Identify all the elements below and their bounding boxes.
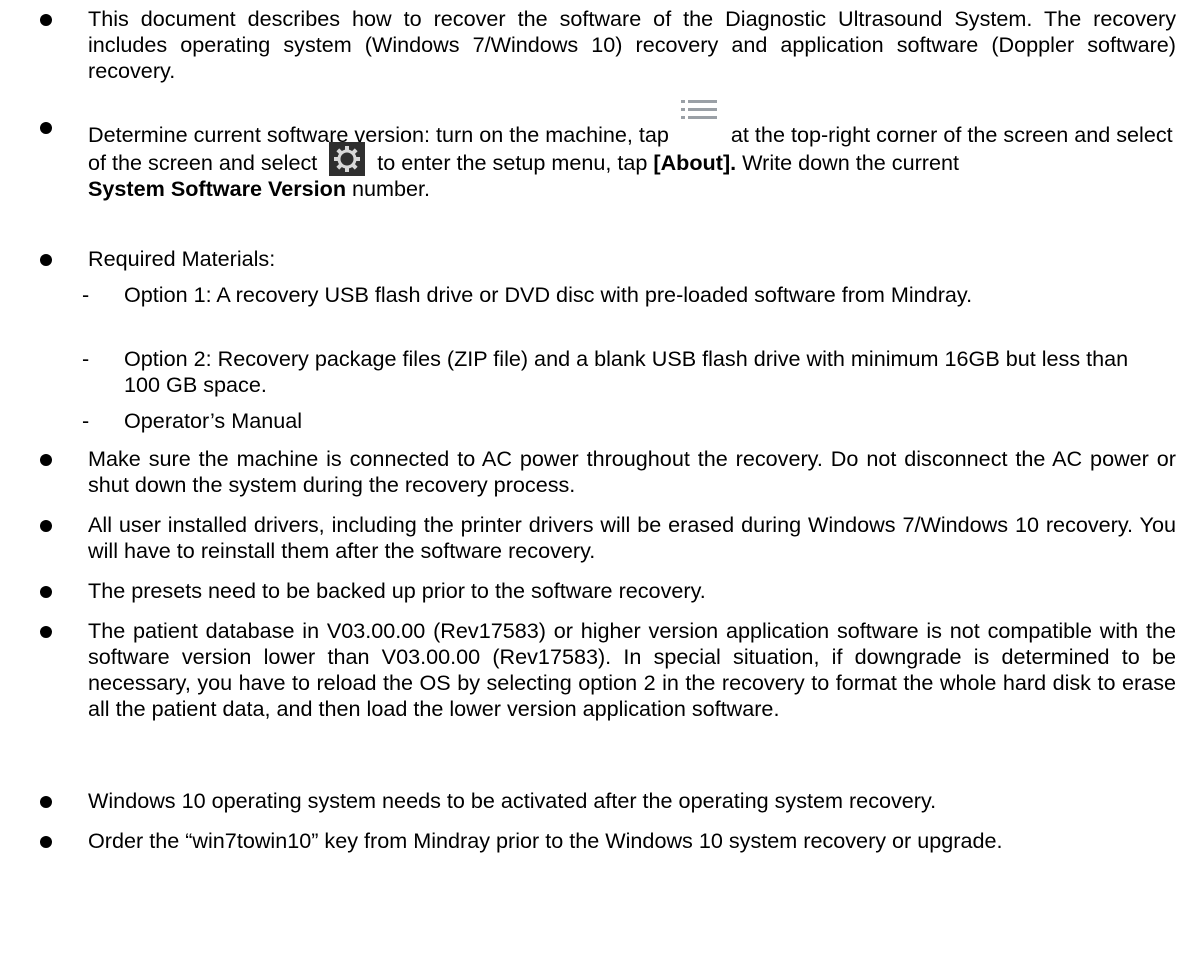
bullet-text: All user installed drivers, including th… xyxy=(88,512,1176,563)
bullet-dot xyxy=(40,626,52,638)
system-software-version-label: System Software Version xyxy=(88,176,347,201)
bullet-text: The patient database in V03.00.00 (Rev17… xyxy=(88,618,1176,721)
line xyxy=(88,142,1176,178)
bullet-text: The presets need to be backed up prior t… xyxy=(88,578,706,603)
bullet-dot xyxy=(40,254,52,266)
dash-marker: - xyxy=(82,282,90,307)
line: System Software Version number. xyxy=(88,176,1176,202)
bullet-text: Determine current software version: turn… xyxy=(88,100,1176,202)
bullet-text: This document describes how to recover t… xyxy=(88,6,1176,83)
bullet-text: Required Materials: xyxy=(88,246,276,271)
dash-marker: - xyxy=(82,346,90,371)
bullet-dot xyxy=(40,14,52,26)
bullet-dot xyxy=(40,836,52,848)
bullet-dot xyxy=(40,586,52,598)
bullet-dot xyxy=(40,520,52,532)
bullet-dot xyxy=(40,122,52,134)
bullet-text: Windows 10 operating system needs to be … xyxy=(88,788,937,813)
bullet-text: Order the “win7towin10” key from Mindray… xyxy=(88,828,1003,853)
bullet-text: Make sure the machine is connected to AC… xyxy=(88,446,1176,497)
sub-item-text: Option 2: Recovery package files (ZIP fi… xyxy=(124,346,1129,397)
bullet-dot xyxy=(40,796,52,808)
dash-marker: - xyxy=(82,408,90,433)
text-span: number. xyxy=(352,176,431,201)
sub-item-text: Option 1: A recovery USB flash drive or … xyxy=(124,282,973,307)
bullet-dot xyxy=(40,454,52,466)
sub-item-text: Operator’s Manual xyxy=(124,408,303,433)
document-page: This document describes how to recover t… xyxy=(0,0,1186,963)
menu-list-icon xyxy=(680,98,717,128)
